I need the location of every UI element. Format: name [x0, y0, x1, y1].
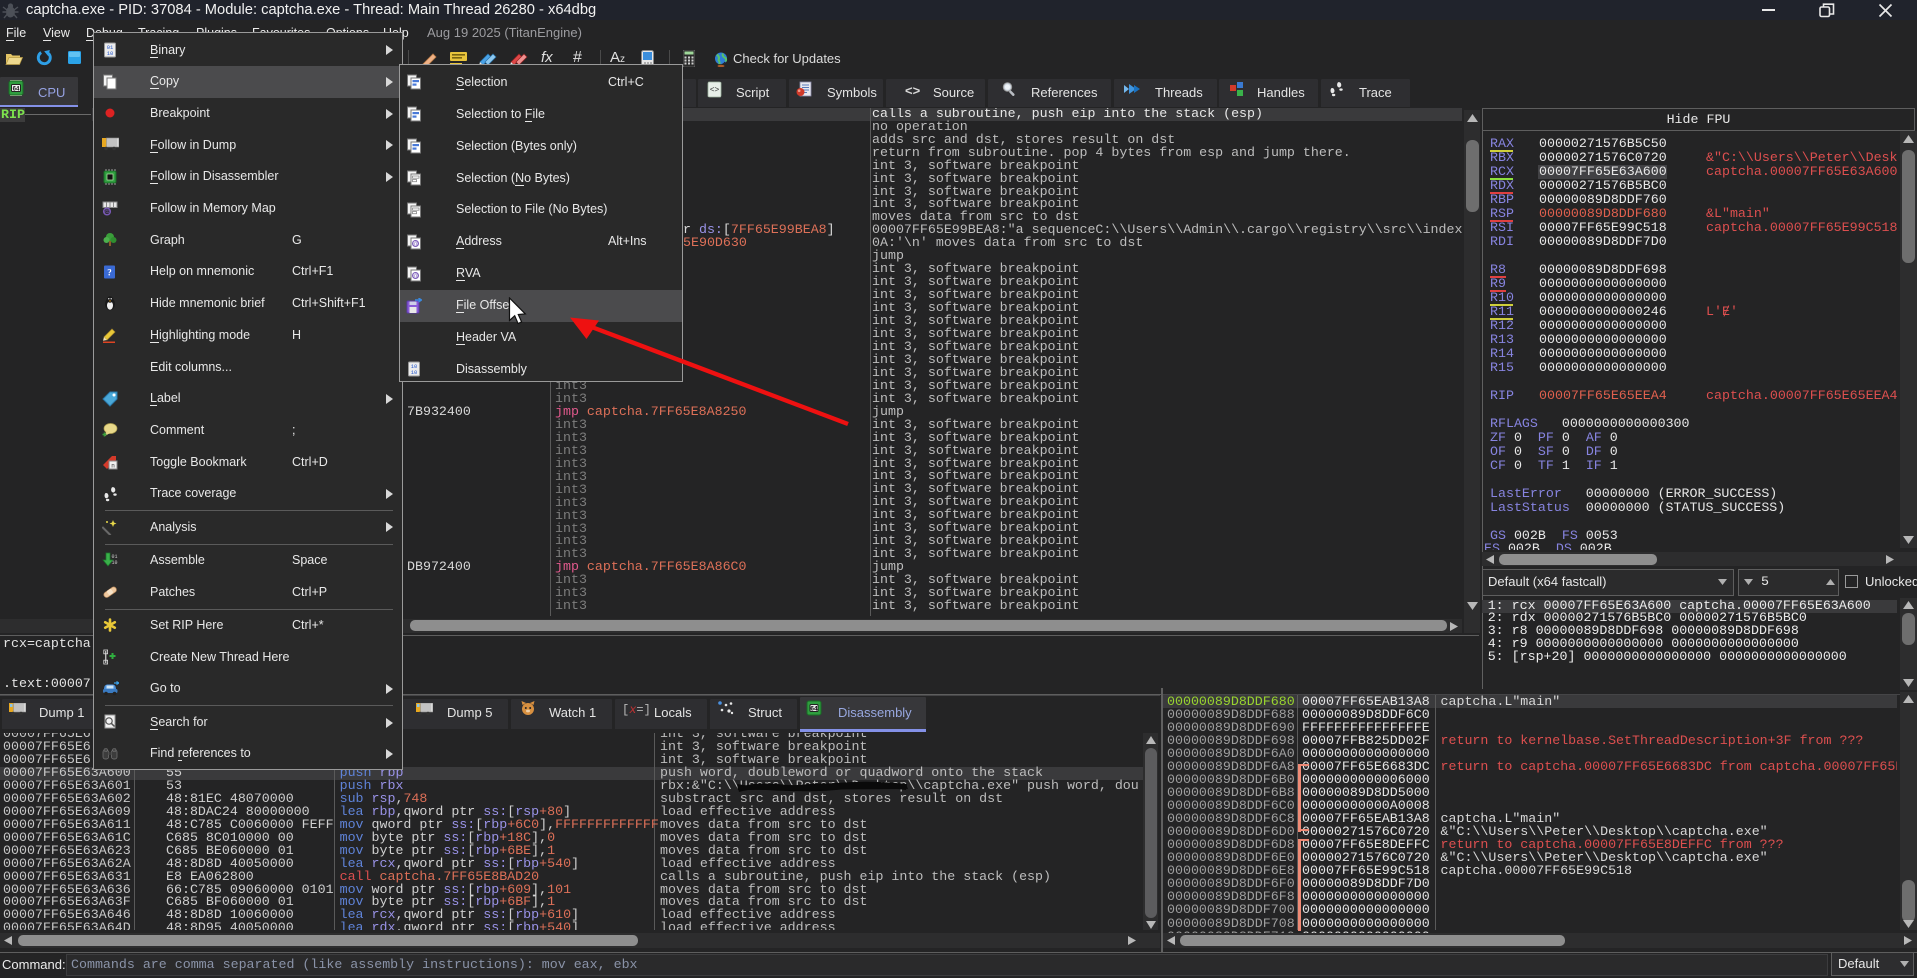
- svg-text:64: 64: [810, 706, 818, 713]
- svg-text:?: ?: [107, 267, 112, 277]
- svg-text:10: 10: [411, 369, 418, 376]
- svg-text:10: 10: [111, 560, 117, 566]
- svg-text:<>: <>: [710, 86, 720, 95]
- svg-text:10: 10: [107, 50, 114, 57]
- svg-text:@: @: [104, 210, 110, 216]
- svg-text:n: n: [111, 463, 114, 469]
- svg-text:@: @: [413, 273, 419, 279]
- svg-text:@: @: [413, 241, 419, 247]
- svg-text:64: 64: [13, 86, 20, 92]
